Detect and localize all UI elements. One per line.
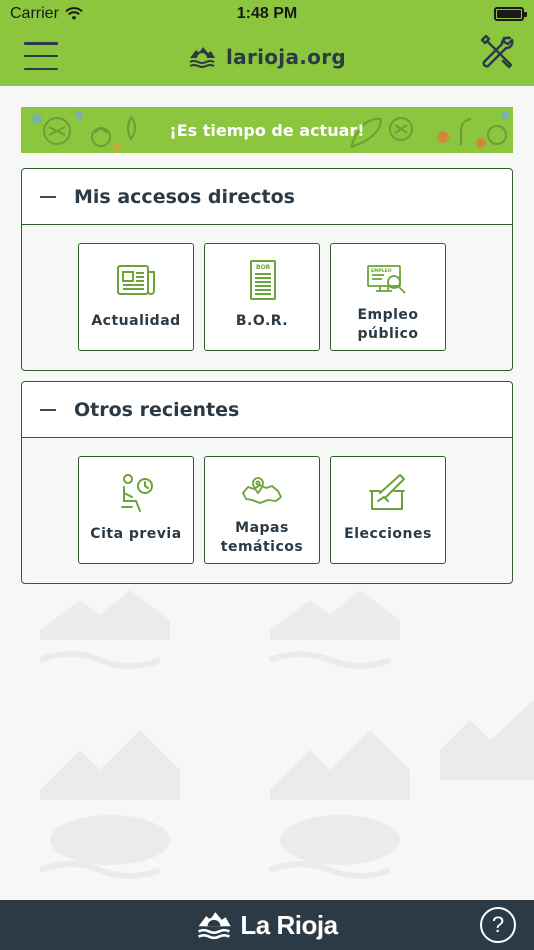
tile-actualidad[interactable]: Actualidad bbox=[78, 243, 194, 351]
tile-label-line1: Mapas bbox=[235, 520, 289, 536]
tile-label: Elecciones bbox=[344, 526, 432, 542]
footer-bar: La Rioja ? bbox=[0, 900, 534, 950]
background-watermark bbox=[38, 590, 534, 879]
collapse-icon[interactable] bbox=[40, 408, 56, 411]
header-brand[interactable]: larioja.org bbox=[188, 44, 346, 70]
shortcuts-tiles: Actualidad BOR B.O.R. EMPLEO Empleo públ… bbox=[22, 225, 512, 351]
newspaper-icon bbox=[117, 265, 155, 295]
appointment-icon bbox=[121, 474, 153, 512]
footer-brand: La Rioja bbox=[196, 908, 338, 942]
hamburger-menu-button[interactable] bbox=[24, 42, 58, 70]
bor-document-icon: BOR bbox=[250, 260, 276, 300]
employment-computer-icon: EMPLEO bbox=[367, 265, 406, 294]
tile-label-line2: temáticos bbox=[220, 539, 304, 555]
promo-banner[interactable]: ¡Es tiempo de actuar! bbox=[21, 107, 513, 153]
tile-label-multiline: Empleo público bbox=[357, 306, 418, 344]
tile-label: B.O.R. bbox=[235, 313, 289, 329]
tile-label-multiline: Mapas temáticos bbox=[221, 519, 303, 557]
tile-cita-previa[interactable]: Cita previa bbox=[78, 456, 194, 564]
banner-decoration-right bbox=[437, 111, 509, 148]
app-header: larioja.org bbox=[0, 28, 534, 86]
empleo-icon-text: EMPLEO bbox=[371, 268, 392, 274]
ballot-icon bbox=[369, 474, 405, 510]
help-button[interactable]: ? bbox=[480, 907, 516, 943]
bor-icon-text: BOR bbox=[256, 264, 271, 271]
header-title: larioja.org bbox=[226, 45, 346, 69]
tile-label: Cita previa bbox=[90, 526, 182, 542]
battery-icon bbox=[494, 7, 527, 21]
rioja-logo-icon bbox=[189, 47, 215, 68]
shortcuts-section: Mis accesos directos Actualidad BOR B.O.… bbox=[21, 168, 513, 371]
tile-label: Actualidad bbox=[91, 313, 181, 329]
section-title: Otros recientes bbox=[74, 398, 240, 421]
tile-empleo-publico[interactable]: EMPLEO Empleo público bbox=[330, 243, 446, 351]
banner-text: ¡Es tiempo de actuar! bbox=[169, 120, 365, 140]
tile-elecciones[interactable]: Elecciones bbox=[330, 456, 446, 564]
tile-mapas-tematicos[interactable]: Mapas temáticos bbox=[204, 456, 320, 564]
tile-label-line2: público bbox=[357, 326, 419, 342]
help-icon: ? bbox=[491, 912, 505, 937]
recent-section: Otros recientes Cita previa Mapas temáti… bbox=[21, 381, 513, 584]
recent-tiles: Cita previa Mapas temáticos Elecciones bbox=[22, 438, 512, 564]
section-title: Mis accesos directos bbox=[74, 185, 295, 208]
tile-bor[interactable]: BOR B.O.R. bbox=[204, 243, 320, 351]
status-bar: Carrier 1:48 PM bbox=[0, 0, 534, 28]
tools-icon[interactable] bbox=[476, 32, 516, 72]
banner-decoration-left bbox=[32, 111, 136, 151]
status-time: 1:48 PM bbox=[236, 5, 298, 22]
map-icon bbox=[242, 477, 282, 504]
footer-brand-text: La Rioja bbox=[240, 909, 338, 940]
collapse-icon[interactable] bbox=[40, 195, 56, 198]
rioja-logo-icon bbox=[198, 912, 232, 940]
shortcuts-section-header[interactable]: Mis accesos directos bbox=[22, 169, 512, 225]
recent-section-header[interactable]: Otros recientes bbox=[22, 382, 512, 438]
tile-label-line1: Empleo bbox=[357, 307, 419, 323]
